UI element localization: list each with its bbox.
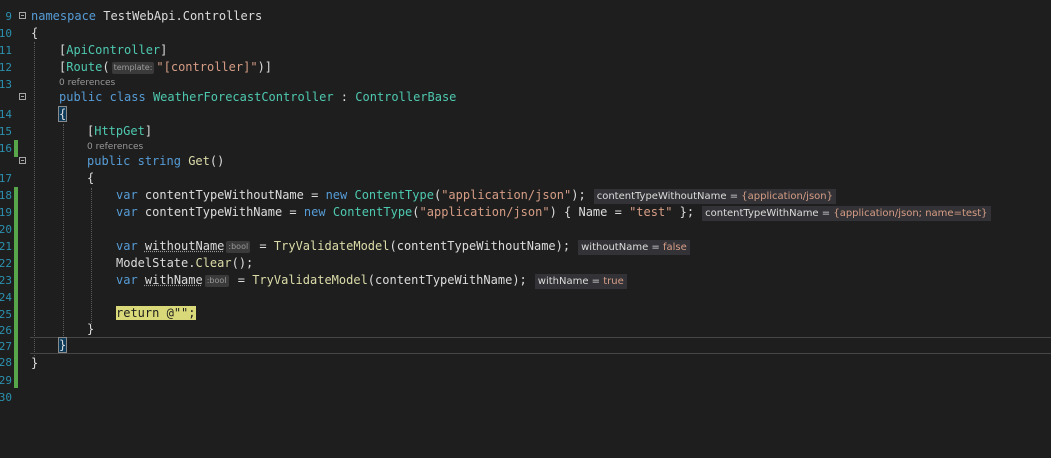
datatip-withname[interactable]: withName = true <box>534 274 627 289</box>
type-hint: :bool <box>226 241 251 253</box>
datatip-contenttypewithname[interactable]: contentTypeWithName = {application/json;… <box>702 206 991 221</box>
code-text: public string Get() <box>87 154 225 168</box>
datatip-withoutname[interactable]: withoutName = false <box>578 240 690 255</box>
code-line-14[interactable]: 14 public class WeatherForecastControlle… <box>0 89 1051 121</box>
code-text: { <box>87 171 95 185</box>
code-line-23[interactable]: 23 ModelState.Clear(); <box>0 255 1051 306</box>
code-text: var contentTypeWithName = new ContentTyp… <box>116 204 991 221</box>
code-line-22[interactable]: 22 var withoutName:bool = TryValidateMod… <box>0 238 1051 289</box>
code-line-18[interactable]: 18 { <box>0 170 1051 221</box>
code-line-21[interactable]: 21 <box>0 221 1051 272</box>
parameter-hint: template: <box>111 62 155 74</box>
code-text: [HttpGet] <box>87 124 153 138</box>
code-line-10[interactable]: 10 namespace TestWebApi.Controllers <box>0 8 1051 40</box>
code-text: namespace TestWebApi.Controllers <box>31 9 263 23</box>
code-text: return @""; <box>116 305 196 322</box>
code-text: [Route(template: "[controller]")] <box>59 60 273 74</box>
code-text: var contentTypeWithoutName = new Content… <box>116 187 836 204</box>
code-text: var withoutName:bool = TryValidateModel(… <box>116 238 690 255</box>
code-line-28[interactable]: 28 } <box>0 337 1051 388</box>
code-line-9[interactable]: 9 <box>0 0 1051 23</box>
code-text: ModelState.Clear(); <box>116 256 254 270</box>
code-line-20[interactable]: 20 var contentTypeWithName = new Content… <box>0 204 1051 255</box>
code-line-15[interactable]: 15 { <box>0 106 1051 157</box>
collapse-icon[interactable] <box>19 157 26 164</box>
code-editor[interactable]: 9 10 namespace TestWebApi.Controllers 11… <box>0 0 1051 458</box>
code-line-16[interactable]: 16 [HttpGet] <box>0 123 1051 155</box>
type-hint: :bool <box>204 275 229 287</box>
code-line-30[interactable]: 30 <box>0 372 1051 404</box>
collapse-icon[interactable] <box>19 93 26 100</box>
code-text: { <box>57 106 68 122</box>
line-number: 30 <box>0 391 12 404</box>
code-text: { <box>31 26 39 40</box>
code-line-24[interactable]: 24 var withName:bool = TryValidateModel(… <box>0 272 1051 323</box>
code-line-25[interactable]: 25 <box>0 289 1051 340</box>
datatip-contenttypewithoutname[interactable]: contentTypeWithoutName = {application/js… <box>593 189 836 204</box>
current-statement-highlight: return @""; <box>116 306 196 320</box>
code-line-11[interactable]: 11 { <box>0 25 1051 57</box>
code-text: var withName:bool = TryValidateModel(con… <box>116 272 627 289</box>
code-line-17[interactable]: 17 public string Get() <box>0 153 1051 204</box>
code-line-29[interactable]: 29 } <box>0 355 1051 387</box>
code-text: [ApiController] <box>59 43 168 57</box>
code-line-12[interactable]: 12 [ApiController] <box>0 42 1051 74</box>
code-line-26[interactable]: 26 return @""; <box>0 305 1051 356</box>
code-text: } <box>31 356 39 370</box>
collapse-icon[interactable] <box>19 12 26 19</box>
code-text: public class WeatherForecastController :… <box>59 90 457 104</box>
code-line-19[interactable]: 19 var contentTypeWithoutName = new Cont… <box>0 187 1051 238</box>
code-text: } <box>87 322 95 336</box>
code-line-13[interactable]: 13 [Route(template: "[controller]")] <box>0 59 1051 91</box>
code-text: } <box>57 337 68 353</box>
code-line-27[interactable]: 27 } <box>0 321 1051 372</box>
